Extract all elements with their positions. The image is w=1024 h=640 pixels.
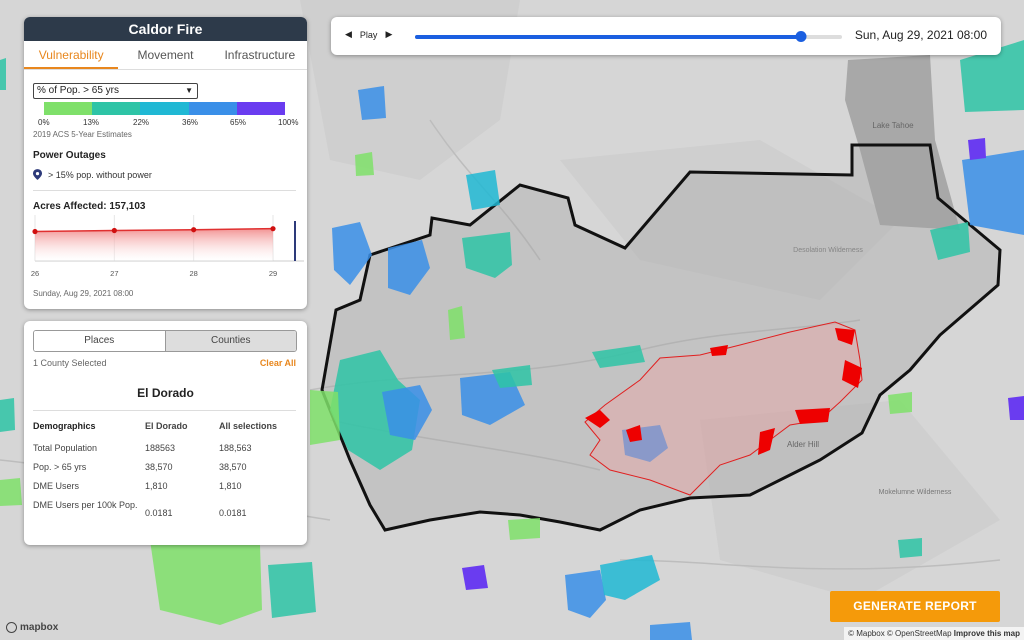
legend-labels: 0% 13% 22% 36% 65% 100% [38, 118, 300, 128]
legend-swatch [44, 102, 93, 115]
timestamp: Sun, Aug 29, 2021 08:00 [854, 28, 987, 42]
chart-point [111, 227, 117, 234]
tab-movement[interactable]: Movement [118, 41, 212, 69]
play-button[interactable]: Play [360, 30, 378, 40]
tab-counties[interactable]: Counties [165, 331, 296, 351]
table-cell: 1,810 [219, 481, 242, 491]
lake-label: Lake Tahoe [872, 121, 914, 130]
legend-swatch [140, 102, 189, 115]
legend-label: 13% [83, 118, 100, 127]
chart-point [191, 227, 197, 233]
table-cell: DME Users per 100k Pop. [33, 500, 138, 510]
table-row: DME Users per 100k Pop. 0.0181 0.0181 [33, 500, 299, 526]
tab-places[interactable]: Places [34, 331, 166, 351]
legend-swatch [92, 102, 141, 115]
time-slider[interactable] [415, 31, 842, 42]
power-outages-title: Power Outages [33, 150, 106, 161]
table-header-cell: Demographics [33, 421, 96, 431]
legend-label: 100% [278, 118, 299, 127]
legend-label: 65% [230, 118, 247, 127]
map-pin-icon [33, 169, 42, 180]
mapbox-icon [6, 622, 17, 633]
improve-map-link[interactable]: Improve this map [954, 629, 1020, 638]
divider [33, 410, 296, 411]
step-forward-icon[interactable]: ▶ [385, 29, 392, 40]
places-panel: Places Counties 1 County Selected Clear … [24, 321, 307, 545]
layer-select-value: % of Pop. > 65 yrs [37, 85, 119, 96]
power-outage-label: > 15% pop. without power [48, 169, 152, 180]
layer-select[interactable]: % of Pop. > 65 yrs ▼ [33, 83, 198, 99]
table-row: DME Users 1,810 1,810 [33, 481, 299, 500]
tab-infrastructure[interactable]: Infrastructure [213, 41, 307, 69]
panel-tabs: Vulnerability Movement Infrastructure [24, 41, 307, 70]
time-slider-fill [415, 35, 802, 39]
table-cell: 1,810 [145, 481, 168, 491]
chart-x-label: 27 [110, 269, 118, 278]
fire-info-panel: Caldor Fire Vulnerability Movement Infra… [24, 17, 307, 309]
acres-chart: 26 27 28 29 [31, 215, 304, 278]
legend-source: 2019 ACS 5-Year Estimates [33, 130, 132, 139]
table-cell: 0.0181 [219, 508, 247, 518]
playback-controls: ◀ Play ▶ [345, 29, 392, 40]
acres-title: Acres Affected: 157,103 [33, 201, 146, 212]
legend-ramp [44, 102, 286, 115]
selection-count: 1 County Selected [33, 358, 107, 368]
chart-point [270, 226, 276, 232]
table-header-cell: El Dorado [145, 421, 188, 431]
legend-label: 0% [38, 118, 50, 127]
table-row: Pop. > 65 yrs 38,570 38,570 [33, 462, 299, 481]
mapbox-logo-text: mapbox [20, 622, 59, 633]
tab-vulnerability[interactable]: Vulnerability [24, 41, 119, 69]
timeline-panel: ◀ Play ▶ Sun, Aug 29, 2021 08:00 [331, 17, 1001, 55]
fire-title: Caldor Fire [24, 17, 307, 41]
table-cell: Total Population [33, 443, 98, 453]
county-name: El Dorado [137, 386, 194, 400]
chart-x-label: 29 [269, 269, 277, 278]
chart-x-label: 26 [31, 269, 39, 278]
wilderness2-label: Mokelumne Wilderness [879, 489, 952, 496]
places-counties-toggle: Places Counties [33, 330, 297, 352]
chart-point [32, 228, 38, 235]
table-cell: 188563 [145, 443, 176, 453]
table-cell: Pop. > 65 yrs [33, 462, 87, 472]
chart-date: Sunday, Aug 29, 2021 08:00 [33, 289, 134, 298]
generate-report-button[interactable]: GENERATE REPORT [830, 591, 1000, 622]
table-cell: 38,570 [145, 462, 173, 472]
legend-swatch [236, 102, 286, 115]
demographics-table: Demographics El Dorado All selections To… [33, 421, 299, 526]
table-cell: 38,570 [219, 462, 247, 472]
table-cell: 188,563 [219, 443, 252, 453]
attribution-osm[interactable]: © OpenStreetMap [887, 629, 952, 638]
step-back-icon[interactable]: ◀ [345, 29, 352, 40]
mapbox-logo[interactable]: mapbox [6, 622, 58, 633]
table-header-cell: All selections [219, 421, 278, 431]
legend-label: 36% [182, 118, 199, 127]
chart-x-label: 28 [189, 269, 197, 278]
table-header: Demographics El Dorado All selections [33, 421, 299, 443]
power-outage-legend: > 15% pop. without power [33, 169, 152, 180]
table-cell: 0.0181 [145, 508, 173, 518]
chevron-down-icon: ▼ [185, 86, 193, 95]
divider [33, 190, 296, 191]
map-attribution: © Mapbox © OpenStreetMap Improve this ma… [844, 627, 1024, 640]
table-cell: DME Users [33, 481, 80, 491]
table-row: Total Population 188563 188,563 [33, 443, 299, 462]
town-label: Alder Hill [787, 440, 819, 449]
clear-all-button[interactable]: Clear All [260, 358, 296, 368]
attribution-mapbox[interactable]: © Mapbox [848, 629, 885, 638]
acres-area [35, 228, 273, 261]
time-slider-thumb[interactable] [795, 31, 807, 42]
legend-swatch [188, 102, 237, 115]
legend-label: 22% [133, 118, 150, 127]
